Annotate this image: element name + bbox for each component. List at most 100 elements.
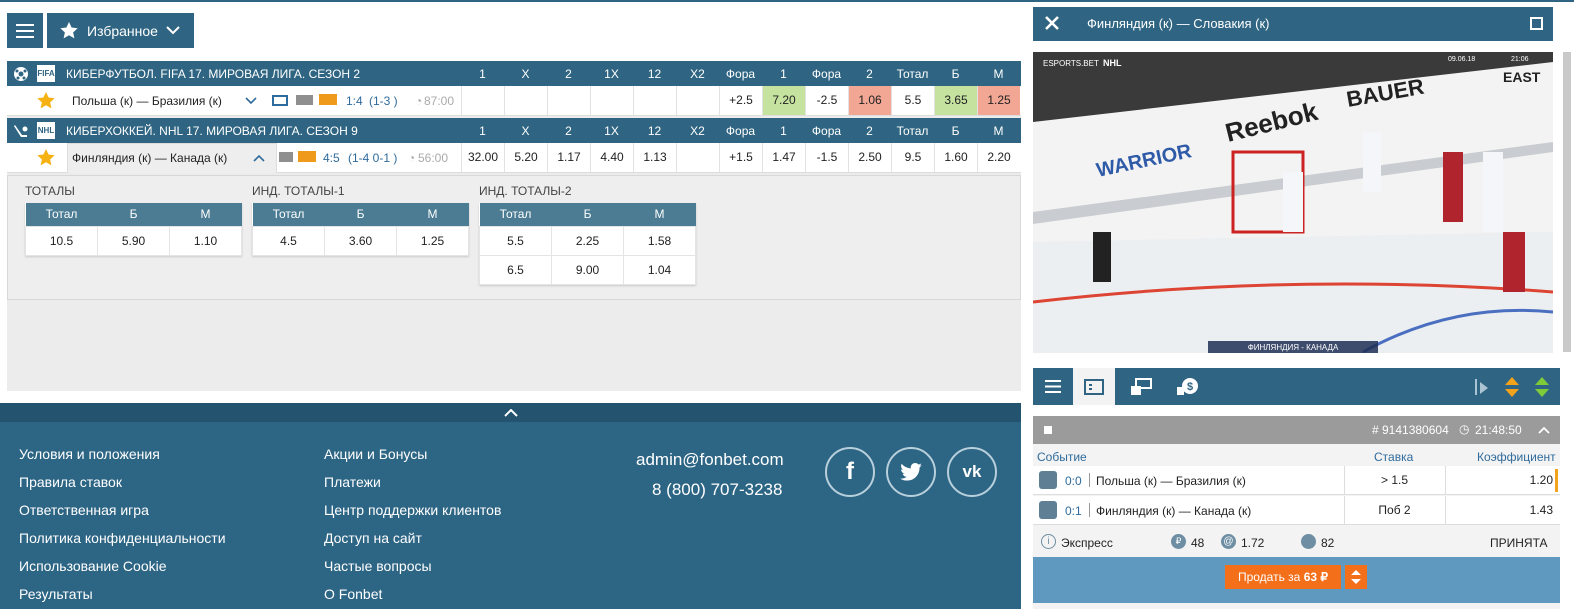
chevron-up-icon[interactable] <box>1538 426 1550 434</box>
odds-cell[interactable]: -1.5 <box>805 143 848 172</box>
footer-link[interactable]: Платежи <box>324 474 381 490</box>
scrollbar[interactable] <box>1560 52 1574 609</box>
odds-cell[interactable] <box>547 86 590 115</box>
odds-cell[interactable]: 5.90 <box>97 225 170 256</box>
footer-link[interactable]: Ответственная игра <box>19 502 149 518</box>
info-icon[interactable]: i <box>1041 534 1056 549</box>
favorite-star-icon[interactable] <box>37 92 55 109</box>
odds-cell[interactable]: 1.60 <box>934 143 977 172</box>
odds-cell[interactable] <box>633 86 676 115</box>
sell-options-button[interactable] <box>1345 565 1367 589</box>
event-name[interactable]: Польша (к) — Бразилия (к) <box>72 94 222 108</box>
video-title: Финляндия (к) — Словакия (к) <box>1087 16 1270 31</box>
history-tab[interactable] <box>1121 368 1161 405</box>
pin-button[interactable] <box>1466 368 1496 405</box>
odds-cell[interactable]: 32.00 <box>461 143 504 172</box>
odds-cell[interactable]: 1.58 <box>623 225 696 256</box>
hockey-icon <box>1039 501 1057 519</box>
odds-cell[interactable]: 5.5 <box>891 86 934 115</box>
footer-link[interactable]: Результаты <box>19 586 93 602</box>
odds-cell[interactable] <box>504 86 547 115</box>
coupon-header[interactable]: # 9141380604 ◷ 21:48:50 <box>1033 416 1560 444</box>
odds-cell[interactable]: -2.5 <box>805 86 848 115</box>
sell-button[interactable]: Продать за 63 ₽ <box>1225 565 1341 589</box>
odds-cell[interactable]: 2.50 <box>848 143 891 172</box>
col-header: Фора <box>725 124 756 138</box>
footer-link[interactable]: Центр поддержки клиентов <box>324 502 501 518</box>
sell-amount: 63 ₽ <box>1303 570 1329 584</box>
odds-cell[interactable]: 1.13 <box>633 143 676 172</box>
menu-button[interactable] <box>7 13 43 48</box>
video-icon[interactable] <box>319 94 337 105</box>
footer-collapse-bar[interactable] <box>0 403 1021 422</box>
event-row[interactable]: Финляндия (к) — Канада (к) 4:5 (1-4 0-1 … <box>7 143 1021 173</box>
odds-cell[interactable]: 1.10 <box>169 225 242 256</box>
odds-cell[interactable] <box>676 86 719 115</box>
odds-cell[interactable]: 1.17 <box>547 143 590 172</box>
odds-cell[interactable]: 5.20 <box>504 143 547 172</box>
odds-cell[interactable]: 2.20 <box>977 143 1020 172</box>
chevron-down-icon[interactable] <box>245 97 257 105</box>
odds-cell[interactable]: 1.06 <box>848 86 891 115</box>
odds-cell[interactable]: 1.25 <box>977 86 1020 115</box>
odds-cell[interactable]: 3.60 <box>324 225 397 256</box>
league-header[interactable]: FIFA КИБЕРФУТБОЛ. FIFA 17. МИРОВАЯ ЛИГА.… <box>7 61 1021 86</box>
odds-cell[interactable]: 9.5 <box>891 143 934 172</box>
odds-cell[interactable]: 2.25 <box>551 225 624 256</box>
footer-link[interactable]: О Fonbet <box>324 586 382 602</box>
odds-cell[interactable]: +2.5 <box>719 86 762 115</box>
footer-link[interactable]: Правила ставок <box>19 474 122 490</box>
bet-status: ПРИНЯТА <box>1490 536 1548 550</box>
odds-cell[interactable]: +1.5 <box>719 143 762 172</box>
event-name[interactable]: Финляндия (к) — Канада (к) <box>72 151 227 165</box>
footer-link[interactable]: Политика конфиденциальности <box>19 530 226 546</box>
tv-icon[interactable] <box>279 152 293 162</box>
chevron-up-icon[interactable] <box>253 154 265 162</box>
footer-link[interactable]: Акции и Бонусы <box>324 446 427 462</box>
odds-cell[interactable]: 1.25 <box>396 225 469 256</box>
footer-link[interactable]: Условия и положения <box>19 446 160 462</box>
twitter-icon[interactable] <box>886 447 936 497</box>
col-header: 1 <box>780 124 787 138</box>
close-icon[interactable] <box>1045 16 1059 30</box>
favorites-dropdown[interactable]: Избранное <box>47 13 194 48</box>
cashout-tab[interactable]: $ <box>1167 368 1207 405</box>
footer-link[interactable]: Доступ на сайт <box>324 530 422 546</box>
footer-link[interactable]: Частые вопросы <box>324 558 432 574</box>
tv-icon[interactable] <box>296 95 313 105</box>
facebook-icon[interactable]: f <box>825 447 875 497</box>
footer-link[interactable]: Использование Cookie <box>19 558 167 574</box>
league-header[interactable]: NHL КИБЕРХОККЕЙ. NHL 17. МИРОВАЯ ЛИГА. С… <box>7 118 1021 143</box>
bet-row[interactable]: 0:0 Польша (к) — Бразилия (к) > 1.5 1.20 <box>1033 466 1560 495</box>
scrollbar-thumb[interactable] <box>1563 52 1571 352</box>
odds-cell[interactable] <box>676 143 719 172</box>
odds-cell[interactable]: 3.65 <box>934 86 977 115</box>
sort-button[interactable] <box>1498 368 1526 405</box>
vk-icon[interactable]: vk <box>947 447 997 497</box>
col-header: Тотал <box>896 67 929 81</box>
menu-button[interactable] <box>1033 368 1073 405</box>
odds-cell[interactable]: 4.40 <box>590 143 633 172</box>
bet-row[interactable]: 0:1 Финляндия (к) — Канада (к) Поб 2 1.4… <box>1033 496 1560 525</box>
bet-stake: Поб 2 <box>1344 496 1444 524</box>
sort-alt-button[interactable] <box>1528 368 1556 405</box>
odds-cell[interactable]: 7.20 <box>762 86 805 115</box>
divider <box>1089 503 1090 517</box>
popout-icon[interactable] <box>1530 17 1543 30</box>
video-icon[interactable] <box>298 151 316 162</box>
odds-cell[interactable]: 1.47 <box>762 143 805 172</box>
odds-cell[interactable] <box>461 86 504 115</box>
video-player[interactable]: Reebok BAUER WARRIOR EAST ESPORTS.BET NH… <box>1033 52 1553 353</box>
odds-cell[interactable]: 9.00 <box>551 254 624 285</box>
league-title: КИБЕРФУТБОЛ. FIFA 17. МИРОВАЯ ЛИГА. СЕЗО… <box>66 67 361 81</box>
odds-cell[interactable] <box>590 86 633 115</box>
contact-email[interactable]: admin@fonbet.com <box>636 450 784 470</box>
copy-icon[interactable] <box>1044 426 1052 434</box>
coupon-tab[interactable] <box>1073 368 1115 405</box>
stats-icon[interactable] <box>272 95 288 106</box>
odds-cell[interactable]: 1.04 <box>623 254 696 285</box>
chevron-up-icon[interactable] <box>503 408 518 417</box>
favorite-star-icon[interactable] <box>37 149 55 166</box>
event-row[interactable]: Польша (к) — Бразилия (к) 1:4 (1-3 ) ◔ 8… <box>7 86 1021 116</box>
contact-phone[interactable]: 8 (800) 707-3238 <box>652 480 782 500</box>
